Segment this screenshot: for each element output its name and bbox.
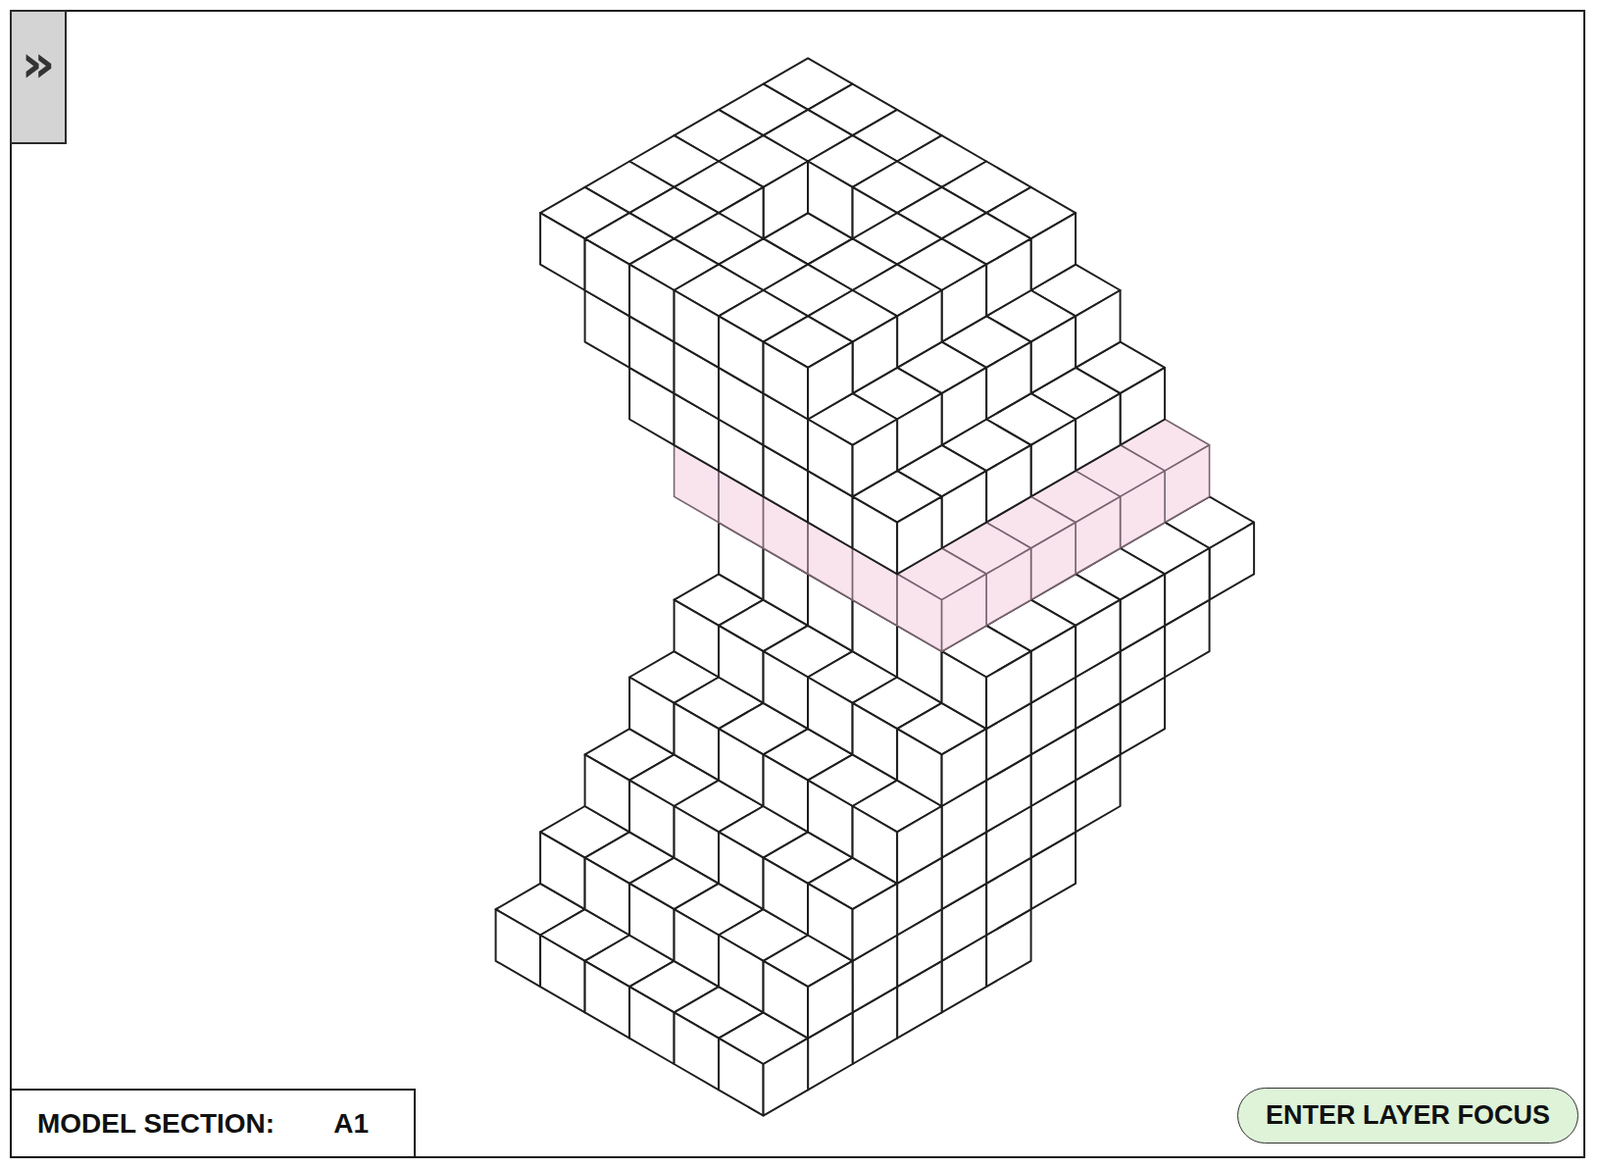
double-chevron-icon: » — [21, 37, 56, 91]
cube-face — [942, 728, 988, 806]
cube-face — [1164, 548, 1210, 626]
cube-face — [942, 470, 988, 549]
cube-face — [986, 238, 1032, 316]
cube-face — [807, 161, 853, 240]
enter-layer-focus-button[interactable]: ENTER LAYER FOCUS — [1237, 1087, 1579, 1144]
cube-face — [763, 161, 809, 240]
cube-face — [852, 496, 899, 574]
model-section-label: MODEL SECTION: A1 — [9, 1088, 416, 1158]
cube-face — [763, 1038, 809, 1116]
section-title: MODEL SECTION: — [37, 1107, 275, 1140]
cube-face — [807, 342, 853, 420]
cube-face — [629, 780, 675, 858]
cube-face — [1075, 393, 1121, 471]
cube-face — [1120, 470, 1166, 549]
cube-face — [897, 290, 943, 368]
cube-face — [718, 728, 764, 806]
cube-face — [1031, 419, 1077, 498]
cube-face — [986, 342, 1032, 420]
cube-face — [763, 650, 809, 729]
cube-face — [942, 573, 988, 651]
cube-face — [986, 548, 1032, 626]
cube-face — [629, 264, 675, 343]
cube-face — [674, 600, 720, 678]
cube-face — [674, 290, 720, 368]
cube-face — [942, 367, 988, 446]
model-viewport: » MODEL SECTION: A1 ENTER LAYER FOCUS — [9, 9, 1586, 1158]
cube-face — [807, 419, 853, 498]
cube-face — [1031, 625, 1077, 703]
cube-face — [718, 625, 764, 703]
cube-face — [852, 805, 899, 884]
cube-face — [897, 805, 943, 884]
cube-face — [942, 650, 988, 729]
cube-face — [942, 264, 988, 343]
cube-face — [585, 238, 631, 316]
cube-face — [1031, 212, 1077, 291]
cube-face — [718, 831, 764, 909]
cube-face — [1075, 496, 1121, 574]
cube-face — [852, 702, 899, 781]
cube-face — [897, 728, 943, 806]
cube-face — [1031, 522, 1077, 600]
cube-face — [986, 650, 1032, 729]
cube-face — [718, 1038, 764, 1116]
cube-face — [540, 831, 586, 909]
cube-face — [763, 857, 809, 936]
cube-face — [852, 883, 899, 961]
cube-face — [1075, 290, 1121, 368]
cube-face — [540, 935, 586, 1013]
cube-face — [1120, 573, 1166, 651]
cube-face — [807, 960, 853, 1039]
cube-face — [674, 805, 720, 884]
cube-face — [897, 393, 943, 471]
cube-face — [1031, 315, 1077, 394]
sidebar-toggle-button[interactable]: » — [9, 9, 67, 145]
cube-face — [807, 780, 853, 858]
cube-face — [763, 960, 809, 1039]
section-value: A1 — [333, 1107, 369, 1140]
cube-face — [674, 908, 720, 987]
cube-face — [852, 419, 899, 498]
cube-face — [585, 960, 631, 1039]
cube-face — [897, 496, 943, 574]
top-bar: » — [11, 11, 1584, 145]
cube-face — [629, 986, 675, 1064]
cube-face — [1209, 522, 1255, 600]
cube-face — [585, 857, 631, 936]
cube-face — [807, 883, 853, 961]
cube-face — [629, 883, 675, 961]
cube-face — [1075, 600, 1121, 678]
cube-face — [718, 315, 764, 394]
cube[interactable] — [763, 315, 853, 419]
cube-face — [763, 753, 809, 832]
cube-face — [496, 908, 541, 987]
cube-face — [763, 342, 809, 420]
cube-face — [674, 702, 720, 781]
cube-face — [1120, 367, 1166, 446]
cube-face — [718, 935, 764, 1013]
cube-face — [852, 315, 899, 394]
cube-face — [1164, 445, 1210, 523]
model-canvas[interactable] — [11, 11, 1584, 1156]
cube-face — [986, 445, 1032, 523]
cube-face — [674, 1011, 720, 1090]
app-screen: » MODEL SECTION: A1 ENTER LAYER FOCUS — [0, 0, 1600, 1169]
cube-face — [629, 677, 675, 755]
cube-face — [540, 212, 586, 291]
cube-face — [585, 753, 631, 832]
bottom-bar: MODEL SECTION: A1 ENTER LAYER FOCUS — [11, 1087, 1584, 1156]
cube-face — [897, 573, 943, 651]
cube-face — [807, 677, 853, 755]
